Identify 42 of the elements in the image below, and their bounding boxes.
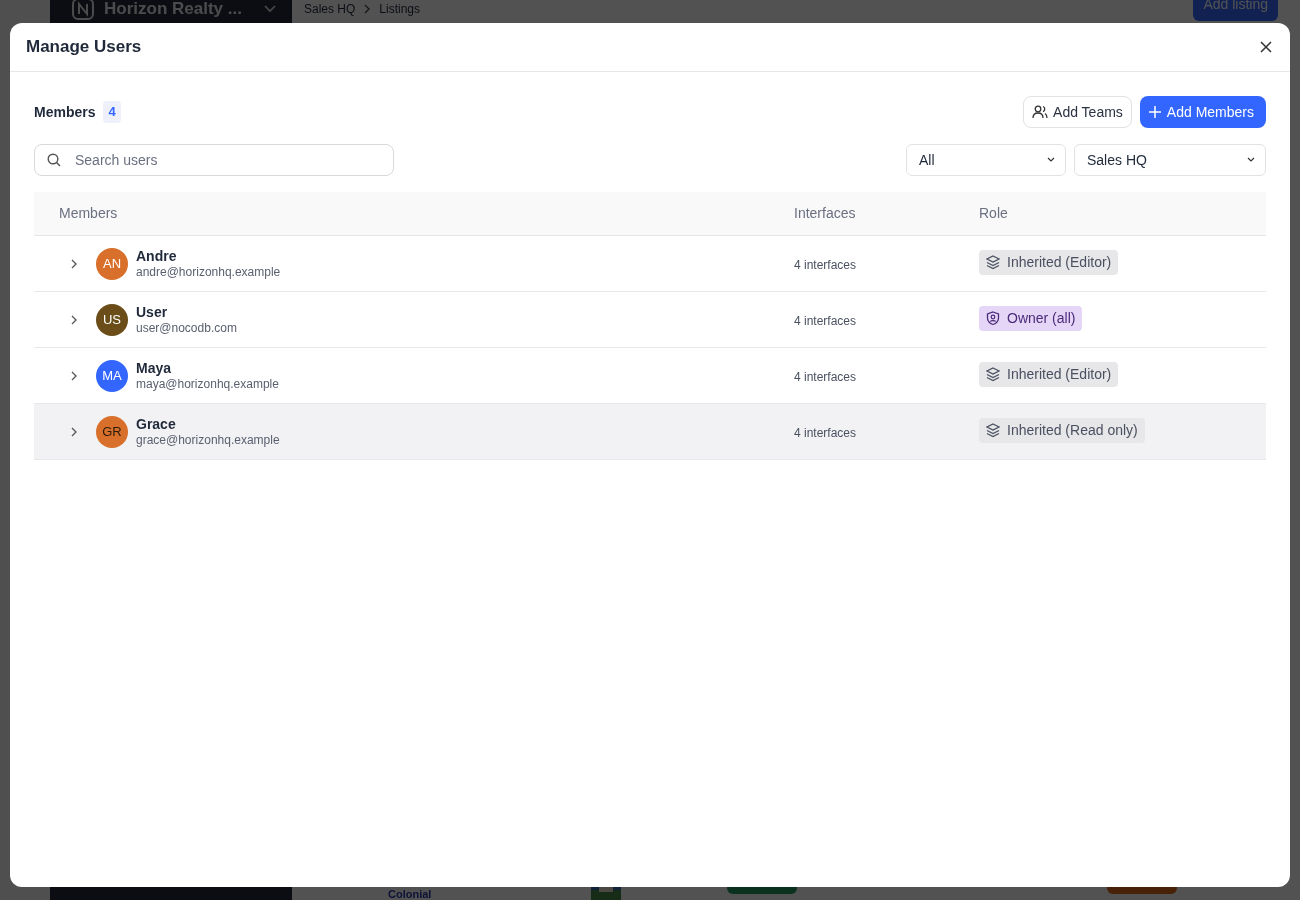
avatar: AN: [96, 247, 128, 280]
search-field[interactable]: Search users: [34, 144, 394, 176]
filter-dropdown[interactable]: All: [906, 144, 1066, 176]
user-email: user@nocodb.com: [136, 320, 237, 336]
avatar: GR: [96, 415, 128, 448]
search-icon: [47, 153, 61, 167]
column-header: Members: [58, 204, 118, 223]
add-teams-button[interactable]: Add Teams: [1023, 96, 1132, 128]
user-name: Maya: [136, 359, 173, 377]
user-name: Andre: [136, 247, 178, 265]
table-row[interactable]: GR Grace grace@horizonhq.example 4 interfaces Inherited (Read only): [34, 404, 1266, 460]
close-icon[interactable]: [1258, 39, 1274, 55]
chevron-down-icon: [1047, 157, 1055, 163]
modal-title: Manage Users: [26, 36, 142, 58]
add-members-button[interactable]: Add Members: [1139, 96, 1266, 128]
interfaces-count: 4 interfaces: [794, 369, 857, 384]
members-label: Members: [34, 102, 96, 122]
user-name: Grace: [136, 415, 177, 433]
interfaces-count: 4 interfaces: [794, 425, 857, 440]
users-icon: [1032, 104, 1049, 120]
filter-dropdown[interactable]: Sales HQ: [1074, 144, 1266, 176]
column-header: Interfaces: [794, 204, 856, 223]
chevron-right-icon: [363, 4, 372, 14]
table-row[interactable]: US User user@nocodb.com 4 interfaces Owner (all): [34, 292, 1266, 348]
role-badge: Inherited (Editor): [979, 250, 1119, 275]
plus-icon: [1147, 105, 1162, 119]
role-badge: Inherited (Editor): [979, 362, 1119, 387]
interfaces-count: 4 interfaces: [794, 257, 857, 272]
user-email: andre@horizonhq.example: [136, 264, 281, 280]
interfaces-count: 4 interfaces: [794, 313, 857, 328]
column-header: Role: [979, 204, 1008, 223]
user-email: grace@horizonhq.example: [136, 432, 280, 448]
avatar: US: [96, 303, 128, 336]
user-name: User: [136, 303, 169, 321]
user-email: maya@horizonhq.example: [136, 376, 279, 392]
table-row[interactable]: AN Andre andre@horizonhq.example 4 interfaces Inherited (Editor): [34, 236, 1266, 292]
logo-icon: [72, 0, 94, 20]
chevron-down-icon: [1247, 157, 1255, 163]
role-badge: Inherited (Read only): [979, 418, 1145, 443]
avatar: MA: [96, 359, 128, 392]
member-count: 4: [103, 101, 121, 123]
role-badge: Owner (all): [979, 306, 1083, 331]
